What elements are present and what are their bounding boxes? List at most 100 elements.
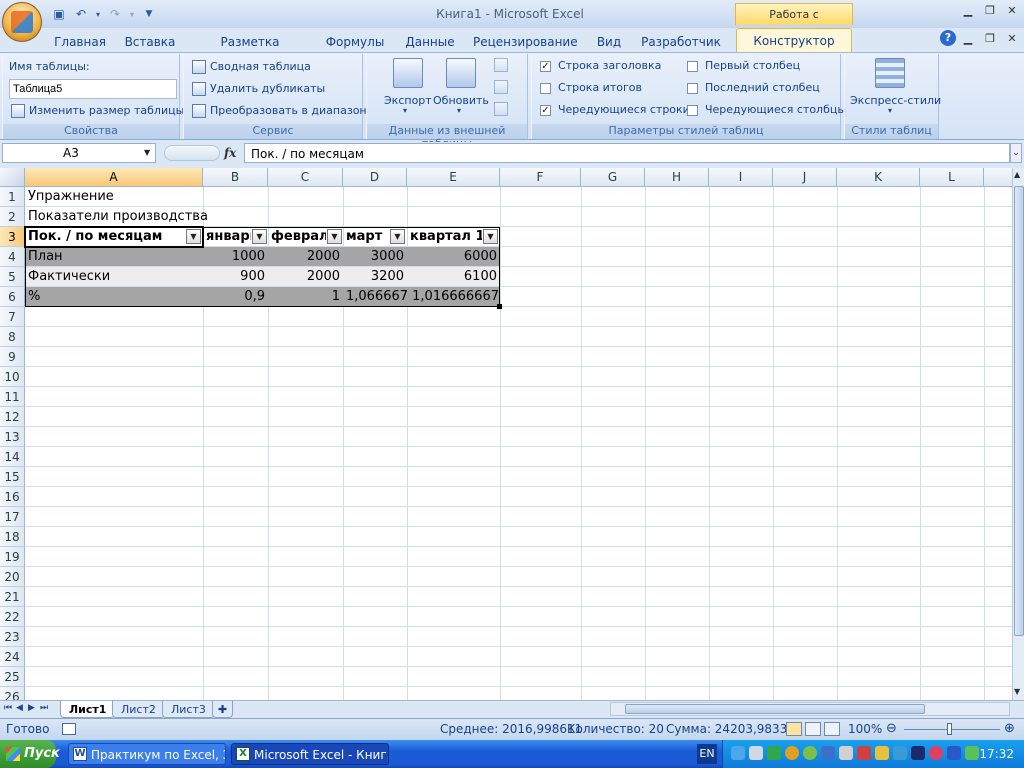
export-button[interactable]: Экспорт [384,94,432,107]
formula-bar-splitter[interactable] [164,145,220,161]
column-header-d[interactable]: D [343,168,407,187]
insert-sheet-icon[interactable]: ✚ [212,701,234,718]
column-header-f[interactable]: F [500,168,581,187]
row-header-8[interactable]: 8 [0,327,25,347]
row-header-25[interactable]: 25 [0,667,25,687]
scroll-up-icon[interactable]: ▲ [1014,170,1020,179]
save-icon[interactable]: ▣ [50,5,68,23]
cell-d3[interactable]: март [343,227,389,247]
cell-b3[interactable]: январь [203,227,251,247]
quick-styles-button[interactable]: Экспресс-стили [850,94,941,107]
row-header-24[interactable]: 24 [0,647,25,667]
next-sheet-icon[interactable]: ▶ [28,703,35,713]
pivot-table-button[interactable]: Сводная таблица [210,60,311,73]
total-row-checkbox[interactable] [540,83,551,94]
cell-e5[interactable]: 6100 [407,267,500,287]
row-header-14[interactable]: 14 [0,447,25,467]
tab-design[interactable]: Конструктор [736,28,852,52]
row-header-17[interactable]: 17 [0,507,25,527]
cell-a1[interactable]: Упражнение [25,187,265,207]
cell-d5[interactable]: 3200 [343,267,407,287]
zoom-out-icon[interactable]: ⊖ [886,721,897,736]
column-header-l[interactable]: L [920,168,984,187]
page-break-view-icon[interactable] [824,722,840,736]
row-header-11[interactable]: 11 [0,387,25,407]
tab-insert[interactable]: Вставка [122,32,178,52]
zoom-slider-track[interactable] [904,729,1000,730]
resize-table-button[interactable]: Изменить размер таблицы [29,104,184,117]
cell-c3[interactable]: февраль [268,227,326,247]
tab-review[interactable]: Рецензирование [473,32,578,52]
minimize-icon[interactable]: ▁ [958,2,978,18]
normal-view-icon[interactable] [786,722,802,736]
row-header-23[interactable]: 23 [0,627,25,647]
filter-dropdown-b[interactable]: ▼ [252,229,267,244]
column-header-g[interactable]: G [581,168,645,187]
first-sheet-icon[interactable]: ⏮ [4,703,12,713]
column-header-m[interactable] [984,168,1012,187]
macro-record-icon[interactable] [62,723,76,735]
tray-icon-6[interactable] [821,746,835,760]
column-header-a[interactable]: A [25,168,203,187]
horizontal-scrollbar[interactable] [610,702,1010,716]
cell-a5[interactable]: Фактически [25,267,203,287]
row-header-2[interactable]: 2 [0,207,25,227]
column-header-k[interactable]: K [837,168,920,187]
row-header-6[interactable]: 6 [0,287,25,307]
row-header-4[interactable]: 4 [0,247,25,267]
cell-c6[interactable]: 1 [268,287,343,307]
undo-dropdown-icon[interactable]: ▾ [94,5,102,23]
close-icon[interactable]: ✕ [1002,2,1022,18]
column-header-j[interactable]: J [773,168,837,187]
name-box-dropdown-icon[interactable]: ▼ [144,148,150,157]
export-dropdown-icon[interactable]: ▾ [403,106,407,115]
filter-dropdown-a[interactable]: ▼ [186,229,201,244]
cell-c5[interactable]: 2000 [268,267,343,287]
tab-home[interactable]: Главная [52,32,108,52]
sheet-tab-1[interactable]: Лист1 [60,701,116,718]
cell-a3[interactable]: Пок. / по месяцам [25,227,185,247]
wb-restore-icon[interactable]: ❐ [980,30,1000,46]
row-header-22[interactable]: 22 [0,607,25,627]
banded-rows-checkbox[interactable]: ✓ [540,105,551,116]
filter-dropdown-e[interactable]: ▼ [483,229,498,244]
tray-icon-4[interactable] [785,746,799,760]
refresh-dropdown-icon[interactable]: ▾ [457,106,461,115]
zoom-in-icon[interactable]: ⊕ [1004,721,1015,736]
tab-data[interactable]: Данные [400,32,460,52]
insert-function-icon[interactable]: fx [224,146,236,160]
name-box[interactable]: A3 [2,143,156,163]
row-header-15[interactable]: 15 [0,467,25,487]
tray-icon-5[interactable] [803,746,817,760]
page-layout-view-icon[interactable] [805,722,821,736]
tray-icon-9[interactable] [875,746,889,760]
redo-dropdown-icon[interactable]: ▾ [128,5,136,23]
row-header-21[interactable]: 21 [0,587,25,607]
quick-styles-dropdown-icon[interactable]: ▾ [888,106,892,115]
cell-b6[interactable]: 0,9 [203,287,268,307]
tray-icon-3[interactable] [767,746,781,760]
column-header-e[interactable]: E [407,168,500,187]
tab-developer[interactable]: Разработчик [640,32,722,52]
tray-icon-12[interactable] [929,746,943,760]
cell-b5[interactable]: 900 [203,267,268,287]
column-header-h[interactable]: H [645,168,709,187]
wb-minimize-icon[interactable]: ▁ [958,30,978,46]
language-indicator[interactable]: EN [697,744,717,764]
filter-dropdown-d[interactable]: ▼ [390,229,405,244]
cell-e4[interactable]: 6000 [407,247,500,267]
cell-a4[interactable]: План [25,247,203,267]
row-header-1[interactable]: 1 [0,187,25,207]
column-header-c[interactable]: C [268,168,343,187]
cell-a6[interactable]: % [25,287,203,307]
cell-e6[interactable]: 1,016666667 [407,287,500,307]
cell-b4[interactable]: 1000 [203,247,268,267]
row-header-10[interactable]: 10 [0,367,25,387]
cell-a2[interactable]: Показатели производства [25,207,265,227]
office-button[interactable] [2,2,42,42]
tab-view[interactable]: Вид [592,32,626,52]
vertical-scrollbar[interactable]: ▲ ▼ [1012,168,1024,700]
refresh-icon[interactable] [446,58,476,88]
tray-icon-8[interactable] [857,746,871,760]
taskbar-word-button[interactable]: W Практикум по Excel, Зе... [68,743,226,765]
